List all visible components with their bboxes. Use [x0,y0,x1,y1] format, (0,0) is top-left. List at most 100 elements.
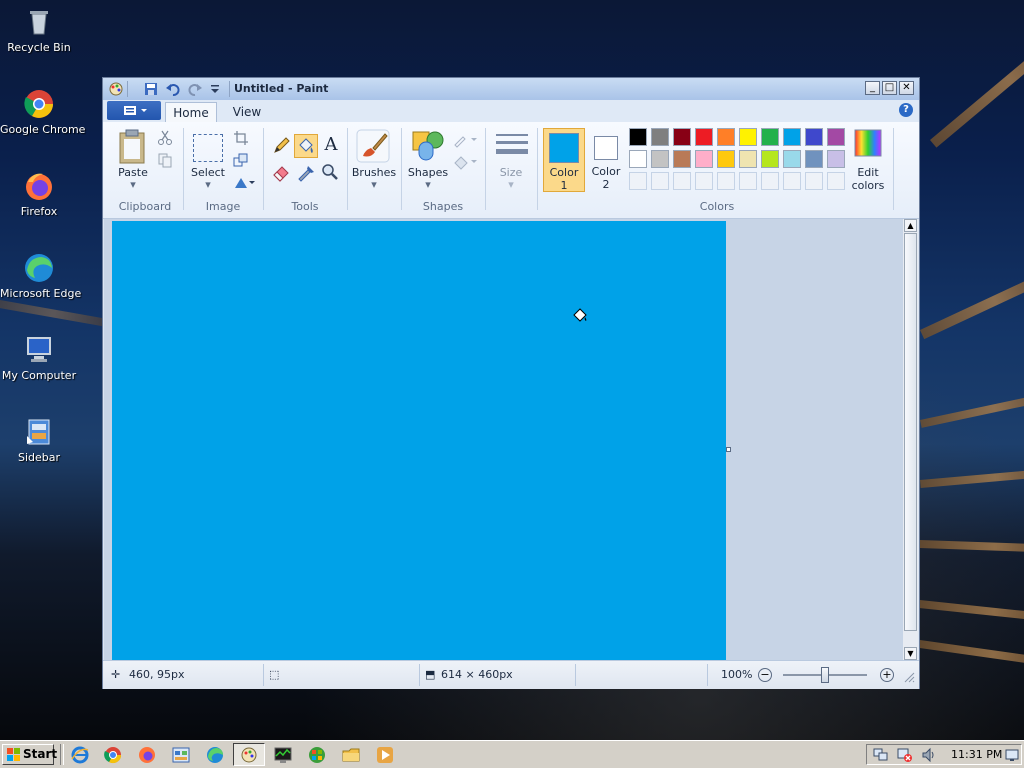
color-picker-icon[interactable] [296,162,316,182]
internet-explorer-icon[interactable] [70,745,90,765]
zoom-out-button[interactable]: − [758,668,772,682]
palette-swatch[interactable] [629,128,647,146]
network-error-icon[interactable] [897,747,913,763]
resize-icon[interactable] [233,152,249,168]
rotate-icon[interactable] [233,174,257,190]
desktop-icon-microsoft-edge[interactable]: Microsoft Edge [0,252,81,300]
palette-swatch[interactable] [783,128,801,146]
palette-custom-slot[interactable] [783,172,801,190]
control-panel-icon[interactable] [171,745,191,765]
show-desktop-icon[interactable] [1005,747,1019,763]
zoom-slider-thumb[interactable] [821,667,829,683]
help-button[interactable]: ? [899,103,913,117]
size-dropdown-arrow[interactable]: ▾ [491,178,531,191]
color2-button[interactable]: Color 2 [587,128,625,192]
palette-swatch[interactable] [673,150,691,168]
magnifier-icon[interactable] [320,162,340,182]
minimize-button[interactable]: _ [865,81,880,95]
palette-swatch[interactable] [717,128,735,146]
palette-swatch[interactable] [783,150,801,168]
file-menu-button[interactable] [107,101,161,120]
palette-swatch[interactable] [827,150,845,168]
desktop-icon-recycle-bin[interactable]: Recycle Bin [0,6,78,54]
customize-quick-access-icon[interactable] [207,81,223,97]
media-center-icon[interactable] [307,745,327,765]
edge-taskbar-icon[interactable] [205,745,225,765]
fill-with-color-icon[interactable] [294,134,318,158]
undo-icon[interactable] [165,81,181,97]
palette-swatch[interactable] [805,150,823,168]
palette-custom-slot[interactable] [673,172,691,190]
redo-icon[interactable] [187,81,203,97]
shapes-dropdown-arrow[interactable]: ▾ [403,178,453,191]
shape-fill-icon[interactable] [453,154,479,170]
taskbar-clock[interactable]: 11:31 PM [951,745,1002,764]
color1-button[interactable]: Color 1 [543,128,585,192]
edit-colors-icon[interactable] [851,128,885,160]
palette-swatch[interactable] [739,150,757,168]
palette-swatch[interactable] [651,150,669,168]
desktop-icon-google-chrome[interactable]: Google Chrome [0,88,85,136]
palette-swatch[interactable] [717,150,735,168]
save-icon[interactable] [143,81,159,97]
file-explorer-icon[interactable] [341,745,361,765]
paste-dropdown-arrow[interactable]: ▾ [113,178,153,191]
palette-custom-slot[interactable] [805,172,823,190]
task-manager-icon[interactable] [273,745,293,765]
brushes-dropdown-arrow[interactable]: ▾ [349,178,399,191]
desktop-icon-my-computer[interactable]: My Computer [0,334,78,382]
close-button[interactable]: ✕ [899,81,914,95]
eraser-icon[interactable] [271,162,291,182]
tab-view[interactable]: View [227,102,267,122]
desktop-icon-sidebar[interactable]: Sidebar [0,416,78,464]
cut-icon[interactable] [157,130,173,146]
copy-icon[interactable] [157,152,173,168]
drawing-canvas[interactable] [112,221,726,660]
palette-swatch[interactable] [651,128,669,146]
scroll-up-button[interactable]: ▲ [904,219,917,232]
select-icon[interactable] [193,134,223,162]
palette-swatch[interactable] [629,150,647,168]
vertical-scrollbar[interactable]: ▲ ▼ [903,219,918,660]
palette-swatch[interactable] [805,128,823,146]
palette-swatch[interactable] [827,128,845,146]
palette-custom-slot[interactable] [761,172,779,190]
palette-custom-slot[interactable] [739,172,757,190]
select-dropdown-arrow[interactable]: ▾ [187,178,229,191]
text-tool-icon[interactable]: A [320,134,342,156]
firefox-taskbar-icon[interactable] [137,745,157,765]
tab-home[interactable]: Home [165,102,217,122]
palette-swatch[interactable] [739,128,757,146]
palette-custom-slot[interactable] [629,172,647,190]
palette-swatch[interactable] [695,128,713,146]
palette-swatch[interactable] [695,150,713,168]
paste-icon[interactable] [117,128,147,164]
canvas-resize-handle[interactable] [726,447,731,452]
size-icon[interactable] [495,132,529,162]
start-button[interactable]: Start [2,744,57,765]
media-player-icon[interactable] [375,745,395,765]
scroll-thumb[interactable] [904,233,917,631]
edit-colors-label[interactable]: Edit [847,166,889,179]
maximize-button[interactable]: □ [882,81,897,95]
network-icon[interactable] [873,747,889,763]
paint-app-icon[interactable] [108,81,124,97]
desktop-icon-firefox[interactable]: Firefox [0,170,78,218]
crop-icon[interactable] [233,130,249,146]
pencil-icon[interactable] [271,136,291,156]
palette-custom-slot[interactable] [695,172,713,190]
title-bar[interactable]: Untitled - Paint _ □ ✕ [103,78,919,100]
palette-swatch[interactable] [761,128,779,146]
chrome-taskbar-icon[interactable] [103,745,123,765]
palette-custom-slot[interactable] [827,172,845,190]
palette-swatch[interactable] [673,128,691,146]
taskbar-paint-button[interactable] [233,743,265,766]
volume-icon[interactable] [921,747,937,763]
outline-icon[interactable] [453,132,479,148]
shapes-icon[interactable] [411,128,445,164]
brushes-icon[interactable] [355,128,391,164]
zoom-in-button[interactable]: + [880,668,894,682]
scroll-down-button[interactable]: ▼ [904,647,917,660]
resize-grip-icon[interactable] [903,671,915,683]
palette-custom-slot[interactable] [717,172,735,190]
